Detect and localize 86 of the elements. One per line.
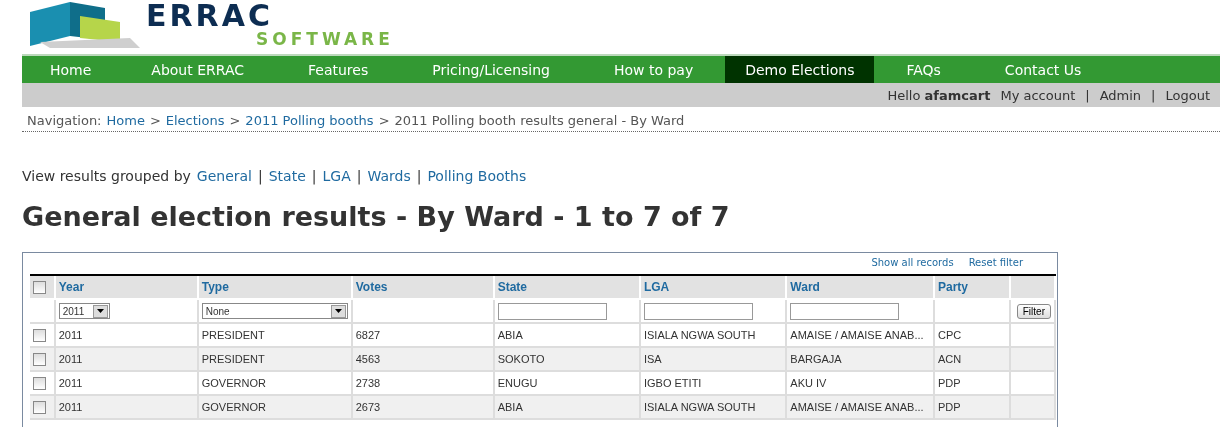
logo-icon bbox=[30, 2, 140, 48]
column-header[interactable]: Votes bbox=[352, 276, 495, 300]
table-cell: 2011 bbox=[55, 348, 199, 372]
caret-icon bbox=[96, 309, 104, 313]
table-cell: AKU IV bbox=[787, 372, 935, 396]
table-cell: PDP bbox=[934, 396, 1011, 420]
table-cell: SOKOTO bbox=[494, 348, 641, 372]
nav-tab[interactable]: Home bbox=[22, 56, 120, 83]
table-cell: 2011 bbox=[55, 396, 199, 420]
table-cell: ISIALA NGWA SOUTH bbox=[640, 324, 788, 348]
nav-tab[interactable]: Pricing/Licensing bbox=[400, 56, 582, 83]
separator: | bbox=[1085, 87, 1090, 103]
group-by-link[interactable]: General bbox=[196, 168, 252, 184]
separator: | bbox=[258, 168, 263, 184]
table-cell: ABIA bbox=[494, 324, 641, 348]
group-by-link[interactable]: LGA bbox=[322, 168, 351, 184]
table-action-link[interactable]: Show all records bbox=[871, 257, 954, 274]
table-cell: ABIA bbox=[494, 396, 641, 420]
separator: | bbox=[311, 168, 317, 184]
table-cell: AMAISE / AMAISE ANAB... bbox=[787, 324, 935, 348]
table-cell: 2011 bbox=[55, 324, 199, 348]
account-link[interactable]: My account bbox=[1000, 87, 1076, 103]
table-cell: ISA bbox=[640, 348, 788, 372]
greeting: Hello afamcart bbox=[887, 87, 991, 103]
table-cell: CPC bbox=[934, 324, 1011, 348]
dropdown[interactable]: 2011 bbox=[58, 303, 110, 319]
nav-tab[interactable]: About ERRAC bbox=[119, 56, 277, 83]
table-cell: ISIALA NGWA SOUTH bbox=[640, 396, 788, 420]
row-checkbox[interactable] bbox=[33, 352, 46, 366]
account-link[interactable]: Admin bbox=[1099, 87, 1142, 103]
caret-icon bbox=[334, 309, 342, 313]
table-cell: ENUGU bbox=[494, 372, 641, 396]
table-cell: 2673 bbox=[352, 396, 495, 420]
column-header[interactable]: LGA bbox=[640, 276, 788, 300]
dropdown[interactable]: None bbox=[201, 303, 348, 319]
page-heading: General election results - By Ward - 1 to 7 of 7 bbox=[22, 201, 731, 232]
logo-name: ERRAC bbox=[146, 1, 273, 31]
table-cell: GOVERNOR bbox=[198, 396, 353, 420]
table-action-link[interactable]: Reset filter bbox=[968, 257, 1023, 274]
filter-field[interactable] bbox=[643, 302, 753, 320]
breadcrumb-label: Navigation: bbox=[27, 113, 102, 128]
table-cell: PRESIDENT bbox=[198, 348, 353, 372]
row-checkbox[interactable] bbox=[33, 328, 46, 342]
table-cell: AMAISE / AMAISE ANAB... bbox=[787, 396, 935, 420]
table-cell: PRESIDENT bbox=[198, 324, 353, 348]
group-by-link[interactable]: State bbox=[268, 168, 306, 184]
nav-tab[interactable]: Features bbox=[276, 56, 401, 83]
row-checkbox[interactable] bbox=[33, 400, 46, 414]
account-link[interactable]: Logout bbox=[1165, 87, 1210, 103]
table-cell: BARGAJA bbox=[787, 348, 935, 372]
table-cell: 2011 bbox=[55, 372, 199, 396]
separator: | bbox=[416, 168, 422, 184]
table-cell: IGBO ETITI bbox=[640, 372, 788, 396]
separator: > bbox=[378, 113, 390, 128]
separator: | bbox=[356, 168, 362, 184]
group-by-label: View results grouped by bbox=[22, 168, 191, 184]
select-all-checkbox[interactable] bbox=[33, 281, 46, 295]
logo-tagline: SOFTWARE bbox=[255, 31, 394, 48]
breadcrumb-link[interactable]: Elections bbox=[165, 113, 225, 128]
row-checkbox[interactable] bbox=[33, 376, 46, 390]
column-header[interactable]: State bbox=[494, 276, 641, 300]
nav-tab[interactable]: Contact Us bbox=[972, 56, 1114, 83]
filter-button[interactable]: Filter bbox=[1016, 303, 1051, 319]
breadcrumb-link[interactable]: 2011 Polling booths bbox=[245, 113, 374, 128]
filter-field[interactable] bbox=[790, 302, 900, 320]
group-by-link[interactable]: Wards bbox=[367, 168, 411, 184]
breadcrumb-current: 2011 Polling booth results general - By Ward bbox=[394, 113, 685, 128]
nav-tab[interactable]: Demo Elections bbox=[725, 56, 875, 83]
table-cell: PDP bbox=[934, 372, 1011, 396]
nav-tab[interactable]: FAQs bbox=[874, 56, 973, 83]
table-cell: GOVERNOR bbox=[198, 372, 353, 396]
column-header[interactable]: Party bbox=[934, 276, 1011, 300]
column-header[interactable]: Year bbox=[55, 276, 199, 300]
column-header[interactable]: Ward bbox=[787, 276, 935, 300]
table-cell: 4563 bbox=[352, 348, 495, 372]
separator: > bbox=[149, 113, 161, 128]
table-cell: 2738 bbox=[352, 372, 495, 396]
filter-field[interactable] bbox=[497, 302, 607, 320]
breadcrumb-link[interactable]: Home bbox=[106, 113, 145, 128]
group-by-link[interactable]: Polling Booths bbox=[427, 168, 527, 184]
nav-tab[interactable]: How to pay bbox=[581, 56, 726, 83]
table-cell: ACN bbox=[934, 348, 1011, 372]
separator: > bbox=[229, 113, 241, 128]
separator: | bbox=[1151, 87, 1156, 103]
column-header[interactable]: Type bbox=[198, 276, 353, 300]
table-cell: 6827 bbox=[352, 324, 495, 348]
